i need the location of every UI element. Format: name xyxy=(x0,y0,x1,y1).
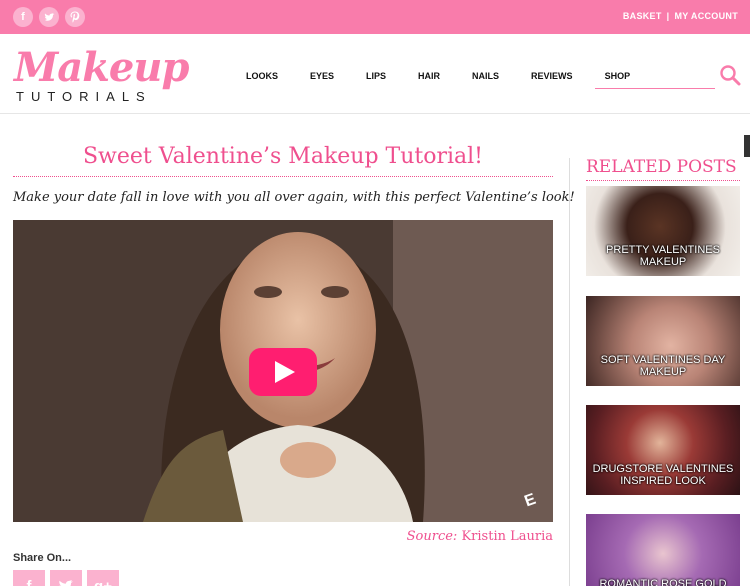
search-icon[interactable] xyxy=(719,64,741,86)
related-heading-divider xyxy=(586,180,740,181)
related-post-item[interactable]: PRETTY VALENTINES MAKEUP xyxy=(586,186,740,276)
share-facebook-button[interactable]: f xyxy=(13,570,45,586)
page-edge-handle xyxy=(744,135,750,157)
related-post-item[interactable]: ROMANTIC ROSE GOLD xyxy=(586,514,740,586)
related-post-title: SOFT VALENTINES DAY MAKEUP xyxy=(600,354,726,378)
account-separator: | xyxy=(666,11,670,21)
share-heading: Share On... xyxy=(13,552,72,564)
related-post-title: ROMANTIC ROSE GOLD xyxy=(599,578,727,586)
site-logo[interactable]: Makeup xyxy=(14,46,189,90)
site-header: Makeup TUTORIALS LOOKS EYES LIPS HAIR NA… xyxy=(0,34,750,114)
source-label: Source: xyxy=(406,529,458,544)
source-name[interactable]: Kristin Lauria xyxy=(461,529,553,544)
nav-lips[interactable]: LIPS xyxy=(366,71,386,81)
nav-looks[interactable]: LOOKS xyxy=(246,71,278,81)
facebook-icon[interactable]: f xyxy=(13,7,33,27)
search-input[interactable] xyxy=(595,88,715,89)
main-nav: LOOKS EYES LIPS HAIR NAILS REVIEWS SHOP xyxy=(246,71,662,81)
twitter-icon[interactable] xyxy=(39,7,59,27)
top-bar: f BASKET | MY ACCOUNT xyxy=(0,0,750,34)
related-post-item[interactable]: DRUGSTORE VALENTINES INSPIRED LOOK xyxy=(586,405,740,495)
related-post-title: PRETTY VALENTINES MAKEUP xyxy=(606,244,720,268)
basket-link[interactable]: BASKET xyxy=(623,11,662,21)
related-post-title: DRUGSTORE VALENTINES INSPIRED LOOK xyxy=(592,463,734,487)
nav-reviews[interactable]: REVIEWS xyxy=(531,71,573,81)
nav-nails[interactable]: NAILS xyxy=(472,71,499,81)
video-player[interactable]: E xyxy=(13,220,553,522)
nav-shop[interactable]: SHOP xyxy=(605,71,631,81)
nav-hair[interactable]: HAIR xyxy=(418,71,440,81)
my-account-link[interactable]: MY ACCOUNT xyxy=(675,11,739,21)
account-links: BASKET | MY ACCOUNT xyxy=(623,11,738,21)
social-links: f xyxy=(13,7,85,27)
sidebar-divider xyxy=(569,158,570,586)
twitter-icon xyxy=(59,579,74,586)
pinterest-icon[interactable] xyxy=(65,7,85,27)
video-source: Source: Kristin Lauria xyxy=(407,529,553,544)
nav-eyes[interactable]: EYES xyxy=(310,71,334,81)
play-button[interactable] xyxy=(249,348,317,396)
share-google-plus-button[interactable]: g+ xyxy=(87,570,119,586)
article-title: Sweet Valentine’s Makeup Tutorial! xyxy=(82,144,484,169)
share-buttons: f g+ xyxy=(13,570,119,586)
share-twitter-button[interactable] xyxy=(50,570,82,586)
related-post-item[interactable]: SOFT VALENTINES DAY MAKEUP xyxy=(586,296,740,386)
related-posts-heading: RELATED POSTS xyxy=(586,157,737,177)
title-divider xyxy=(13,176,553,177)
site-logo-subtitle[interactable]: TUTORIALS xyxy=(16,89,152,104)
article-intro: Make your date fall in love with you all… xyxy=(13,190,575,205)
